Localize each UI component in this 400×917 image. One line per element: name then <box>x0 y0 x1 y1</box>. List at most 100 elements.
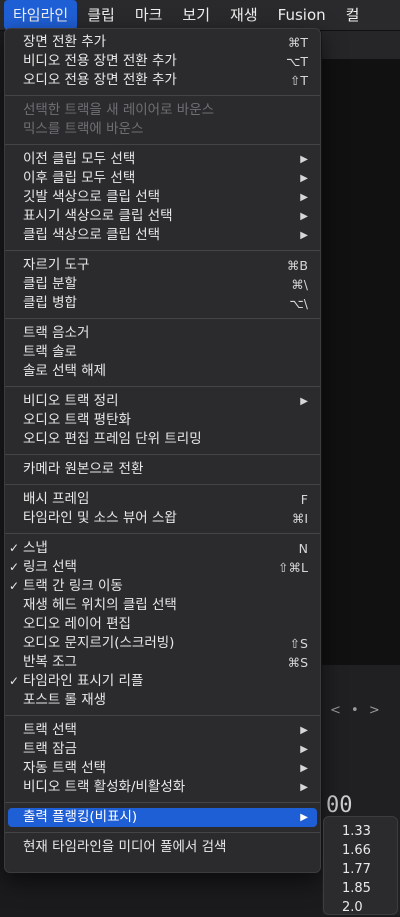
menu-item[interactable]: 트랙 잠금 ▶ <box>5 740 320 759</box>
menu-separator <box>5 832 320 833</box>
menubar-item-6[interactable]: 컬 <box>336 0 370 30</box>
checkmark-icon: ✓ <box>9 560 20 574</box>
menubar-item-4[interactable]: 재생 <box>220 0 268 30</box>
submenu-item-ratio[interactable]: 1.77 <box>324 860 397 879</box>
menu-item[interactable]: 이전 클립 모두 선택 ▶ <box>5 150 320 169</box>
menu-item[interactable]: 출력 플랭킹(비표시) ▶ <box>8 808 317 827</box>
menubar-item-0[interactable]: 타임라인 <box>4 0 78 30</box>
menu-item-label: 오디오 트랙 평탄화 <box>23 412 131 428</box>
menu-item[interactable]: ✓ 링크 선택 ⇧⌘L <box>5 558 320 577</box>
menu-item[interactable]: 카메라 원본으로 전환 <box>5 460 320 479</box>
menu-item: 선택한 트랙을 새 레이어로 바운스 <box>5 101 320 120</box>
menu-item[interactable]: 트랙 솔로 <box>5 343 320 362</box>
menubar-item-1[interactable]: 클립 <box>77 0 125 30</box>
transport-controls[interactable]: < • > <box>330 703 383 718</box>
menu-item-label: 출력 플랭킹(비표시) <box>23 809 138 825</box>
menu-item[interactable]: 현재 타임라인을 미디어 풀에서 검색 <box>5 838 320 857</box>
menu-item-shortcut: ⌘T <box>287 35 308 50</box>
menu-separator <box>5 144 320 145</box>
menu-item[interactable]: 오디오 문지르기(스크러빙) ⇧S <box>5 634 320 653</box>
menu-item-label: 오디오 전용 장면 전환 추가 <box>23 72 177 88</box>
menu-item[interactable]: 비디오 트랙 정리 ▶ <box>5 392 320 411</box>
menu-item-shortcut: ⌥T <box>285 54 308 69</box>
menu-item[interactable]: 비디오 전용 장면 전환 추가 ⌥T <box>5 52 320 71</box>
menu-item[interactable]: 깃발 색상으로 클립 선택 ▶ <box>5 188 320 207</box>
menu-item-shortcut: ⇧T <box>289 73 308 88</box>
menu-item[interactable]: 타임라인 및 소스 뷰어 스왑 ⌘I <box>5 509 320 528</box>
menu-item-label: 깃발 색상으로 클립 선택 <box>23 189 161 205</box>
submenu-arrow-icon: ▶ <box>300 154 308 165</box>
menu-item-label: 반복 조그 <box>23 654 77 670</box>
checkmark-icon: ✓ <box>9 674 20 688</box>
menu-item-label: 트랙 음소거 <box>23 325 90 341</box>
menu-item-shortcut: ⇧⌘L <box>278 560 308 575</box>
menu-separator <box>5 250 320 251</box>
menu-item[interactable]: 오디오 트랙 평탄화 <box>5 411 320 430</box>
menu-item-label: 이후 클립 모두 선택 <box>23 170 136 186</box>
menu-item-label: 클립 병합 <box>23 295 77 311</box>
menu-separator <box>5 318 320 319</box>
submenu-arrow-icon: ▶ <box>300 725 308 736</box>
menu-item[interactable]: 반복 조그 ⌘S <box>5 653 320 672</box>
menu-item[interactable]: 배시 프레임 F <box>5 490 320 509</box>
menu-item[interactable]: 트랙 선택 ▶ <box>5 721 320 740</box>
menu-separator <box>5 454 320 455</box>
menu-item[interactable]: 포스트 롤 재생 <box>5 691 320 710</box>
menubar-item-3[interactable]: 보기 <box>172 0 220 30</box>
menu-item-label: 선택한 트랙을 새 레이어로 바운스 <box>23 102 215 118</box>
submenu-arrow-icon: ▶ <box>300 192 308 203</box>
menu-item[interactable]: 비디오 트랙 활성화/비활성화 ▶ <box>5 778 320 797</box>
timecode-display: 00 <box>326 793 353 818</box>
menu-separator <box>5 484 320 485</box>
menu-item-shortcut: ⌘B <box>286 258 308 273</box>
menu-item-label: 오디오 편집 프레임 단위 트리밍 <box>23 431 202 447</box>
output-blanking-submenu: 1.33 1.66 1.77 1.85 2.0 <box>323 816 398 915</box>
menu-item-label: 비디오 전용 장면 전환 추가 <box>23 53 177 69</box>
menubar-item-2[interactable]: 마크 <box>125 0 173 30</box>
menu-item[interactable]: 솔로 선택 해제 <box>5 362 320 381</box>
menubar: 타임라인 클립 마크 보기 재생 Fusion 컬 <box>0 0 400 31</box>
menu-item[interactable]: ✓ 트랙 간 링크 이동 <box>5 577 320 596</box>
menubar-item-5[interactable]: Fusion <box>268 0 336 30</box>
menu-item[interactable]: 자동 트랙 선택 ▶ <box>5 759 320 778</box>
menu-item-label: 비디오 트랙 활성화/비활성화 <box>23 779 186 795</box>
menu-item[interactable]: 표시기 색상으로 클립 선택 ▶ <box>5 207 320 226</box>
menu-item[interactable]: 오디오 전용 장면 전환 추가 ⇧T <box>5 71 320 90</box>
submenu-item-ratio[interactable]: 1.66 <box>324 841 397 860</box>
menu-item-shortcut: ⌥\ <box>289 296 308 311</box>
menu-item[interactable]: 이후 클립 모두 선택 ▶ <box>5 169 320 188</box>
menu-item[interactable]: 오디오 편집 프레임 단위 트리밍 <box>5 430 320 449</box>
menu-item-label: 트랙 솔로 <box>23 344 77 360</box>
menu-separator <box>5 95 320 96</box>
menu-item-label: 카메라 원본으로 전환 <box>23 461 144 477</box>
menu-item-label: 자동 트랙 선택 <box>23 760 107 776</box>
menu-item-label: 클립 분할 <box>23 276 77 292</box>
menu-item-label: 비디오 트랙 정리 <box>23 393 119 409</box>
menu-item-label: 타임라인 표시기 리플 <box>23 673 144 689</box>
submenu-item-ratio[interactable]: 2.0 <box>324 898 397 917</box>
submenu-arrow-icon: ▶ <box>300 782 308 793</box>
submenu-arrow-icon: ▶ <box>300 211 308 222</box>
viewer-panel <box>322 60 400 665</box>
menu-item-shortcut: N <box>298 541 308 556</box>
menu-item[interactable]: 트랙 음소거 <box>5 324 320 343</box>
menu-item[interactable]: 오디오 레이어 편집 <box>5 615 320 634</box>
menu-item[interactable]: ✓ 타임라인 표시기 리플 <box>5 672 320 691</box>
submenu-item-ratio[interactable]: 1.33 <box>324 822 397 841</box>
menu-item[interactable]: 재생 헤드 위치의 클립 선택 <box>5 596 320 615</box>
menu-item-shortcut: ⇧S <box>289 636 308 651</box>
menu-item[interactable]: 클립 색상으로 클립 선택 ▶ <box>5 226 320 245</box>
menu-item[interactable]: 클립 병합 ⌥\ <box>5 294 320 313</box>
menu-item-label: 배시 프레임 <box>23 491 90 507</box>
menu-item[interactable]: 장면 전환 추가 ⌘T <box>5 33 320 52</box>
menu-item[interactable]: 클립 분할 ⌘\ <box>5 275 320 294</box>
menu-item-label: 표시기 색상으로 클립 선택 <box>23 208 173 224</box>
menu-separator <box>5 715 320 716</box>
menu-item-label: 클립 색상으로 클립 선택 <box>23 227 161 243</box>
menu-item-label: 이전 클립 모두 선택 <box>23 151 136 167</box>
menu-item-label: 장면 전환 추가 <box>23 34 107 50</box>
menu-item[interactable]: 자르기 도구 ⌘B <box>5 256 320 275</box>
menu-item[interactable]: ✓ 스냅 N <box>5 539 320 558</box>
submenu-item-ratio[interactable]: 1.85 <box>324 879 397 898</box>
menu-item: 믹스를 트랙에 바운스 <box>5 120 320 139</box>
